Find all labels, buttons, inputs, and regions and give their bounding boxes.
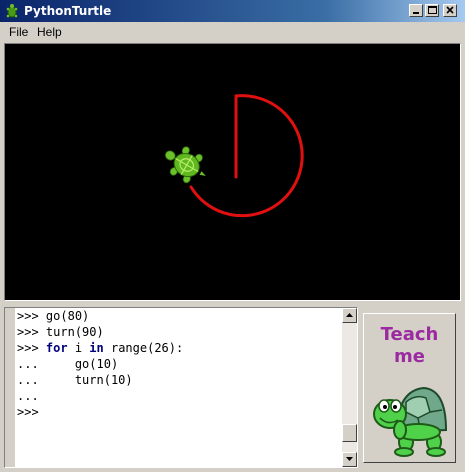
shell-text-area[interactable]: >>> go(80) >>> turn(90) >>> for i in ran… [15,308,342,467]
shell-line: >>> [17,404,46,420]
menu-bar: File Help [0,22,465,41]
prompt: >>> [17,405,39,419]
code: turn(10) [45,373,133,387]
minimize-button[interactable] [409,4,423,17]
shell-margin [5,308,15,467]
turtle-canvas[interactable] [4,43,461,301]
code: turn(90) [45,325,104,339]
menu-file[interactable]: File [9,25,28,39]
prompt: >>> [17,309,39,323]
teach-me-button[interactable]: Teach me [363,313,456,463]
prompt: >>> [17,341,39,355]
code: go(80) [45,309,90,323]
shell-line: >>> for i in range(26): [17,340,183,356]
turtle-drawing-path [189,94,304,218]
title-bar[interactable]: PythonTurtle [0,0,465,22]
teach-label-line1: Teach [380,324,439,345]
code: range(26): [103,341,184,355]
prompt: >>> [17,325,39,339]
scroll-thumb[interactable] [342,424,357,442]
keyword-in: in [89,341,104,355]
shell-line: ... [17,388,46,404]
code: i [67,341,90,355]
arrow-down-icon [346,457,353,461]
scroll-up-button[interactable] [342,308,357,323]
prompt: ... [17,357,39,371]
teach-label-line2: me [394,346,425,367]
shell-line: ... go(10) [17,356,118,372]
turtle-sprite [164,146,206,184]
maximize-button[interactable] [425,4,439,17]
cartoon-turtle-icon [373,386,448,457]
close-button[interactable] [443,4,457,17]
shell-line: >>> go(80) [17,308,89,324]
keyword-for: for [45,341,68,355]
arrow-up-icon [346,313,353,317]
shell-line: ... turn(10) [17,372,133,388]
python-shell[interactable]: >>> go(80) >>> turn(90) >>> for i in ran… [4,307,358,468]
window-title: PythonTurtle [24,4,112,18]
turtle-app-icon [4,3,20,19]
prompt: ... [17,373,39,387]
shell-scrollbar[interactable] [342,308,357,467]
shell-line: >>> turn(90) [17,324,104,340]
code: go(10) [45,357,119,371]
menu-help[interactable]: Help [37,25,62,39]
scroll-down-button[interactable] [342,452,357,467]
teach-me-label: Teach me [364,324,455,368]
prompt: ... [17,389,39,403]
